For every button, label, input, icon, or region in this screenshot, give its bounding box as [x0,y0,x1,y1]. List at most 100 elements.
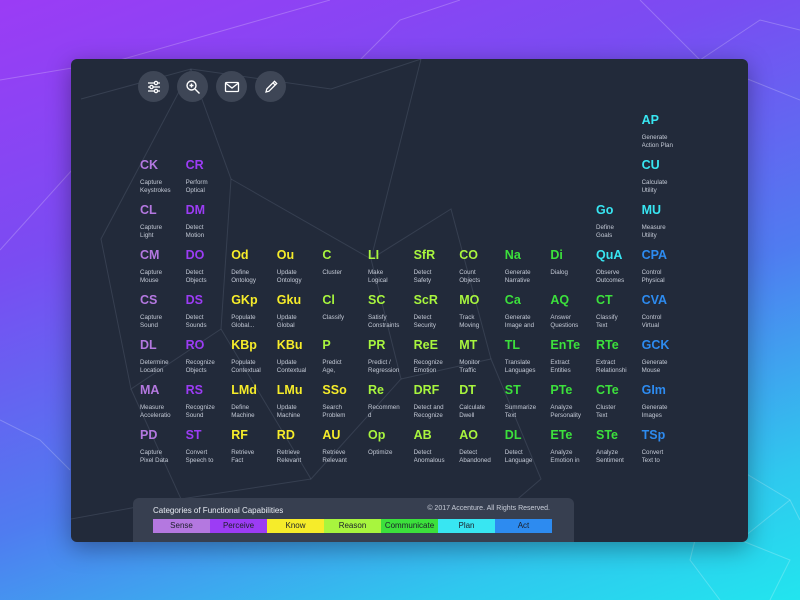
legend-communicate[interactable]: Communicate [381,519,438,533]
capability-ete[interactable]: ETe Analyze Emotion in [550,428,596,465]
capability-gck[interactable]: GCK Generate Mouse [642,338,688,375]
capability-mu[interactable]: MU Measure Utility [642,203,688,240]
capability-name: Analyze Emotion in [550,449,580,464]
capability-name: Translate Languages [504,359,536,374]
capability-tl[interactable]: TL Translate Languages [505,338,551,375]
capability-cr[interactable]: CR Perform Optical [186,158,232,195]
capability-ck[interactable]: CK Capture Keystrokes [140,158,186,195]
filter-settings-button[interactable] [138,71,169,102]
capability-li[interactable]: LI Make Logical [368,248,414,285]
capability-pte[interactable]: PTe Analyze Personality [550,383,596,420]
capability-symbol: AO [459,428,478,442]
capability-ds[interactable]: DS Detect Sounds [186,293,232,330]
capability-st[interactable]: ST Convert Speech to [186,428,232,465]
capability-drf[interactable]: DRF Detect and Recognize [414,383,460,420]
capability-ab[interactable]: AB Detect Anomalous [414,428,460,465]
capability-cpa[interactable]: CPA Control Physical [642,248,688,285]
capability-lmd[interactable]: LMd Define Machine [231,383,277,420]
capability-name: Perform Optical [185,179,208,194]
capability-au[interactable]: AU Retrieve Relevant [322,428,368,465]
capability-cu[interactable]: CU Calculate Utility [642,158,688,195]
capability-qua[interactable]: QuA Observe Outcomes [596,248,642,285]
capability-na[interactable]: Na Generate Narrative [505,248,551,285]
capability-cs[interactable]: CS Capture Sound [140,293,186,330]
capability-ro[interactable]: RO Recognize Objects [186,338,232,375]
legend-plan[interactable]: Plan [438,519,495,533]
capability-symbol: DS [185,293,203,307]
capability-kbu[interactable]: KBu Update Contextual [277,338,323,375]
capability-rf[interactable]: RF Retrieve Fact [231,428,277,465]
capability-gim[interactable]: GIm Generate Images [642,383,688,420]
capability-symbol: Op [368,428,386,442]
capability-symbol: MA [140,383,160,397]
legend-reason[interactable]: Reason [324,519,381,533]
capability-gkp[interactable]: GKp Populate Global... [231,293,277,330]
capability-rd[interactable]: RD Retrieve Relevant [277,428,323,465]
capability-symbol: CM [140,248,160,262]
capability-symbol: RS [185,383,203,397]
capability-cl[interactable]: Cl Classify [322,293,368,330]
capability-name: Measure Utility [641,224,666,239]
capability-di[interactable]: Di Dialog [550,248,596,285]
capability-name: Define Machine [231,404,255,419]
capability-aq[interactable]: AQ Answer Questions [550,293,596,330]
capability-rte[interactable]: RTe Extract Relationshi [596,338,642,375]
legend-sense[interactable]: Sense [153,519,210,533]
capability-ente[interactable]: EnTe Extract Entities [550,338,596,375]
capability-dm[interactable]: DM Detect Motion [186,203,232,240]
capability-re[interactable]: Re Recommen d [368,383,414,420]
capability-od[interactable]: Od Define Ontology [231,248,277,285]
mail-button[interactable] [216,71,247,102]
capability-pd[interactable]: PD Capture Pixel Data [140,428,186,465]
capability-ca[interactable]: Ca Generate Image and [505,293,551,330]
capability-name: Predict / Regression [368,359,400,374]
capability-ct[interactable]: CT Classify Text [596,293,642,330]
capability-do[interactable]: DO Detect Objects [186,248,232,285]
capability-ao[interactable]: AO Detect Abandoned [459,428,505,465]
zoom-in-button[interactable] [177,71,208,102]
capability-rs[interactable]: RS Recognize Sound [186,383,232,420]
capability-mo[interactable]: MO Track Moving [459,293,505,330]
capability-tsp[interactable]: TSp Convert Text to [642,428,688,465]
capability-symbol: P [322,338,331,352]
legend-perceive[interactable]: Perceive [210,519,267,533]
capability-scr[interactable]: ScR Detect Security [414,293,460,330]
capability-dl[interactable]: DL Detect Language [505,428,551,465]
capability-name: Control Physical [641,269,665,284]
capability-cte[interactable]: CTe Cluster Text [596,383,642,420]
capability-pr[interactable]: PR Predict / Regression [368,338,414,375]
capability-kbp[interactable]: KBp Populate Contextual [231,338,277,375]
capability-lmu[interactable]: LMu Update Machine [277,383,323,420]
legend-know[interactable]: Know [267,519,324,533]
capability-dl[interactable]: DL Determine Location [140,338,186,375]
pencil-icon [264,79,278,93]
capability-ree[interactable]: ReE Recognize Emotion [414,338,460,375]
capability-name: Detect Safety [413,269,432,284]
capability-p[interactable]: P Predict Age, [322,338,368,375]
capability-cl[interactable]: CL Capture Light [140,203,186,240]
capability-ste[interactable]: STe Analyze Sentiment [596,428,642,465]
capability-cm[interactable]: CM Capture Mouse [140,248,186,285]
capability-dt[interactable]: DT Calculate Dwell [459,383,505,420]
capability-name: Detect Abandoned [459,449,491,464]
capability-op[interactable]: Op Optimize [368,428,414,465]
capability-name: Generate Narrative [504,269,531,284]
capability-name: Define Goals [596,224,614,239]
capability-sso[interactable]: SSo Search Problem [322,383,368,420]
legend-act[interactable]: Act [495,519,552,533]
capability-co[interactable]: CO Count Objects [459,248,505,285]
capability-gku[interactable]: Gku Update Global [277,293,323,330]
capability-cva[interactable]: CVA Control Virtual [642,293,688,330]
capability-ma[interactable]: MA Measure Acceleratio [140,383,186,420]
capability-st[interactable]: ST Summarize Text [505,383,551,420]
capability-go[interactable]: Go Define Goals [596,203,642,240]
capability-ap[interactable]: AP Generate Action Plan [642,113,688,150]
capability-sfr[interactable]: SfR Detect Safety [414,248,460,285]
capability-symbol: GKp [231,293,258,307]
capability-mt[interactable]: MT Monitor Traffic [459,338,505,375]
capability-sc[interactable]: SC Satisfy Constraints [368,293,414,330]
capability-c[interactable]: C Cluster [322,248,368,285]
edit-button[interactable] [255,71,286,102]
capability-ou[interactable]: Ou Update Ontology [277,248,323,285]
capability-symbol: CK [140,158,159,172]
